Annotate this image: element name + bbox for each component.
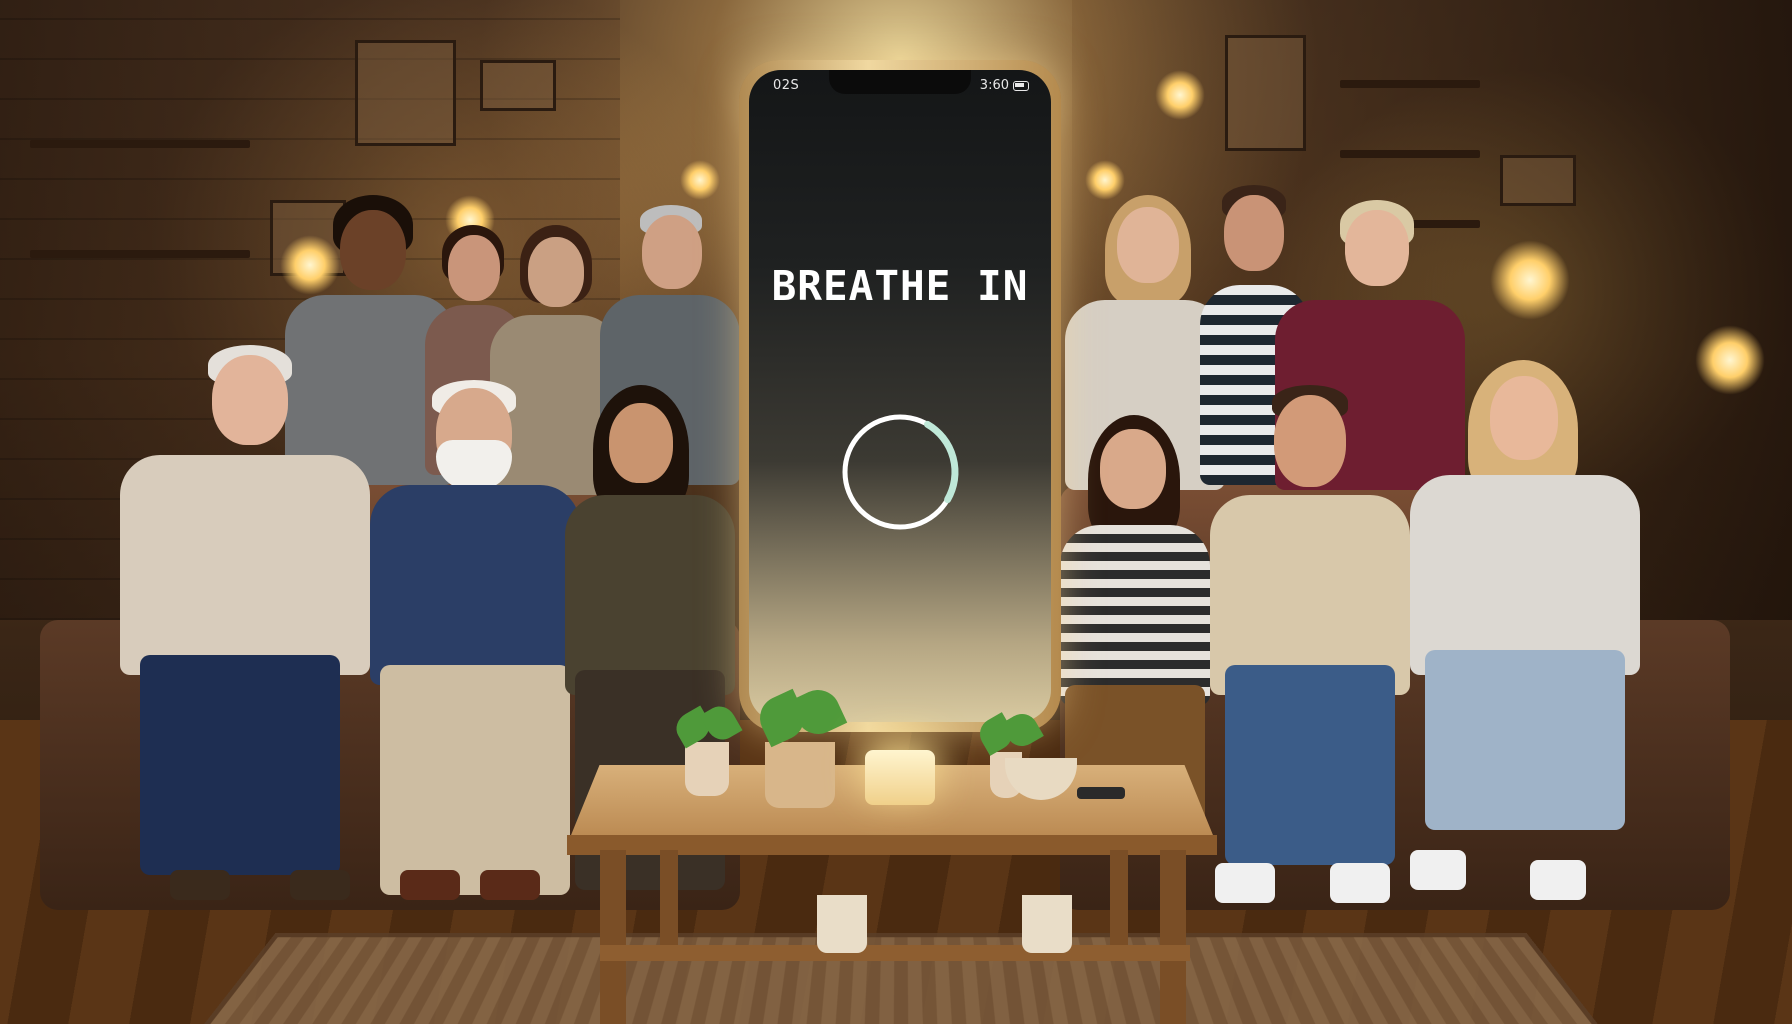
breath-ring-progress [841,413,959,531]
status-bar-value: 3:60 [979,78,1009,93]
status-bar-right: 3:60 [980,78,1029,93]
remote-control [1077,787,1125,799]
lamp-glow [1490,240,1570,320]
shelf [30,140,250,148]
shelf [1340,80,1480,88]
table-leg [600,850,626,1024]
plant-pot [765,742,835,808]
person-seated [120,345,370,925]
table-lower-shelf [600,945,1190,961]
person-seated [1210,385,1410,930]
breathe-instruction: BREATHE IN [771,262,1029,310]
table-leg [1160,850,1186,1024]
wall-picture-frame [1225,35,1306,151]
mug [817,895,867,953]
table-leg [1110,850,1128,950]
lamp-glow [1085,160,1125,200]
person-seated [1410,360,1640,930]
lamp-glow [1695,325,1765,395]
smartphone: 02S 3:60 BREATHE IN [739,60,1061,732]
shelf [30,250,250,258]
lamp-glow [1155,70,1205,120]
wall-picture-frame [1500,155,1576,206]
candle [865,750,935,805]
person-seated [370,380,580,925]
wall-picture-frame [480,60,556,111]
status-bar-time: 02S [773,78,800,93]
lamp-glow [680,160,720,200]
plant-pot [685,742,729,796]
phone-notch [829,70,971,94]
phone-screen[interactable]: 02S 3:60 BREATHE IN [749,70,1051,722]
scene: 02S 3:60 BREATHE IN [0,0,1792,1024]
mug [1022,895,1072,953]
table-leg [660,850,678,950]
shelf [1340,150,1480,158]
breath-ring-icon[interactable] [838,410,962,534]
battery-icon [1013,80,1029,91]
wall-picture-frame [355,40,456,146]
